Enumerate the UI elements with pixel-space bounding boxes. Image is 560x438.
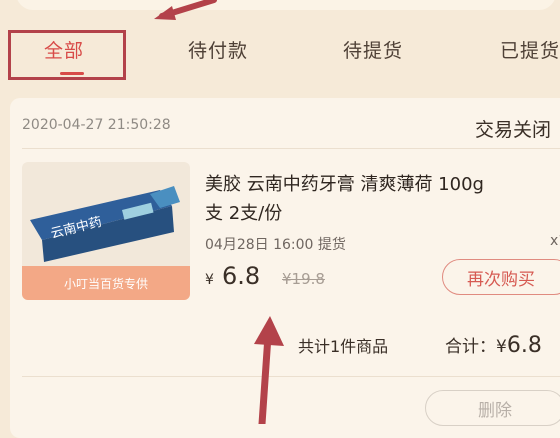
product-title[interactable]: 美胶 云南中药牙膏 清爽薄荷 100g xyxy=(205,170,560,200)
original-price: ¥19.8 xyxy=(282,270,325,288)
divider xyxy=(22,148,560,149)
rebuy-button[interactable]: 再次购买 xyxy=(442,259,560,295)
product-image[interactable]: 云南中药 小叮当百货专供 xyxy=(22,162,190,300)
summary-total-value: 6.8 xyxy=(506,333,542,358)
product-title-line2[interactable]: 支 2支/份 xyxy=(205,199,282,229)
search-bar[interactable] xyxy=(16,0,556,10)
tab-pending-payment[interactable]: 待付款 xyxy=(188,36,248,63)
summary-count: 共计1件商品 xyxy=(298,337,389,356)
price: 6.8 xyxy=(222,262,261,290)
tab-pending-pickup[interactable]: 待提货 xyxy=(343,36,403,63)
tab-picked-up[interactable]: 已提货 xyxy=(500,36,560,63)
order-status: 交易关闭 xyxy=(475,119,552,141)
summary-total: 合计：¥6.8 xyxy=(445,332,542,358)
delete-button[interactable]: 删除 xyxy=(425,390,560,426)
pickup-time: 04月28日 16:00 提货 xyxy=(205,237,346,253)
toothpaste-image: 云南中药 xyxy=(30,186,180,262)
summary-total-label: 合计：¥ xyxy=(445,337,507,357)
annotation-arrow-top xyxy=(154,0,217,20)
order-tabs: 全部 待付款 待提货 已提货 xyxy=(0,22,560,86)
product-badge: 小叮当百货专供 xyxy=(22,266,190,300)
tab-all[interactable]: 全部 xyxy=(44,36,84,63)
price-currency: ¥ xyxy=(205,272,214,288)
order-date: 2020-04-27 21:50:28 xyxy=(22,117,171,133)
divider xyxy=(22,376,560,377)
quantity: x1 xyxy=(550,233,560,249)
tab-active-underline xyxy=(60,72,84,75)
annotation-arrow-bottom xyxy=(254,316,284,424)
